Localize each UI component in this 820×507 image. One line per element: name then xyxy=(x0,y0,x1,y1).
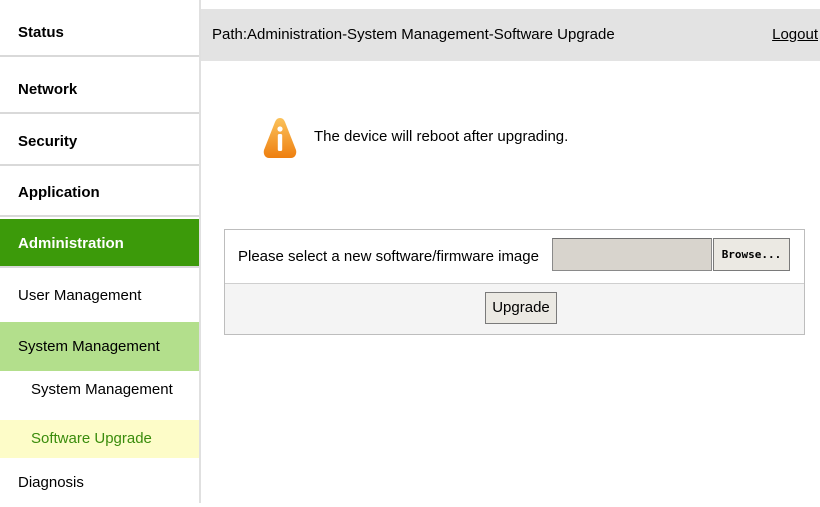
nav-software-upgrade[interactable]: Software Upgrade xyxy=(0,420,199,458)
breadcrumb: Path:Administration-System Management-So… xyxy=(212,26,615,43)
sidebar-divider xyxy=(199,0,201,503)
file-select-row: Please select a new software/firmware im… xyxy=(225,230,804,284)
upgrade-row: Upgrade xyxy=(225,284,804,334)
nav-system-management[interactable]: System Management xyxy=(0,322,199,371)
nav-diagnosis[interactable]: Diagnosis xyxy=(0,458,199,507)
warning-icon xyxy=(263,118,297,158)
breadcrumb-bar: Path:Administration-System Management-So… xyxy=(201,9,820,61)
nav-network[interactable]: Network xyxy=(0,65,199,114)
file-select-label: Please select a new software/firmware im… xyxy=(238,248,539,265)
sidebar: Status Network Security Application Admi… xyxy=(0,0,199,503)
nav-security[interactable]: Security xyxy=(0,117,199,166)
browse-button[interactable]: Browse... xyxy=(713,238,790,271)
nav-application[interactable]: Application xyxy=(0,168,199,217)
file-path-field[interactable] xyxy=(552,238,712,271)
nav-status[interactable]: Status xyxy=(0,8,199,57)
notice-text: The device will reboot after upgrading. xyxy=(314,128,569,145)
nav-administration[interactable]: Administration xyxy=(0,219,199,268)
logout-link[interactable]: Logout xyxy=(772,9,818,61)
upgrade-button[interactable]: Upgrade xyxy=(485,292,557,324)
nav-user-management[interactable]: User Management xyxy=(0,271,199,320)
nav-system-management-sub[interactable]: System Management xyxy=(0,371,199,409)
upgrade-form: Please select a new software/firmware im… xyxy=(224,229,805,335)
